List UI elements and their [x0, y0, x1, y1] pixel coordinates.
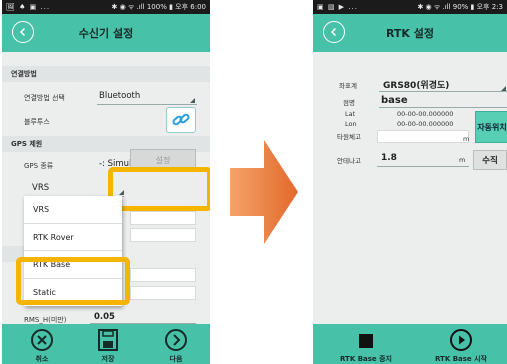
dropdown-item-vrs[interactable]: VRS [24, 196, 122, 224]
field-input[interactable] [130, 286, 196, 300]
cancel-button[interactable]: 취소 [12, 324, 72, 364]
next-circle-icon [165, 329, 187, 351]
stop-icon [359, 334, 373, 348]
receiver-settings-screen: 🖼 ♠ ▣ ... ✱ ◉ ᯤ .ıll 100% ▮ 오후 6:00 수신기 … [2, 0, 210, 364]
highlight-box-rtk-base [16, 257, 130, 305]
field-input[interactable] [130, 211, 196, 225]
highlight-box-settings [108, 167, 210, 211]
dropdown-item-rtk-rover[interactable]: RTK Rover [24, 224, 122, 251]
antenna-height-label: 안테나고 [337, 157, 361, 165]
page-title: RTK 설정 [385, 27, 435, 40]
save-floppy-icon [98, 329, 118, 351]
rtk-settings-screen: ▣ ▧ ▶ ... ✱ ◉ ᯤ .ıll 90% ▮ 오후 2:3 RTK 설정… [313, 0, 507, 364]
rms-value[interactable]: 0.05 [94, 312, 115, 322]
coord-underline [379, 91, 507, 92]
ellipsoid-unit: m [463, 135, 470, 143]
rtk-base-start-button[interactable]: RTK Base 시작 [423, 324, 499, 364]
mode-select[interactable]: VRS [32, 183, 49, 193]
lon-label: Lon [345, 120, 357, 128]
back-button[interactable] [12, 21, 34, 43]
lat-label: Lat [345, 110, 356, 118]
close-circle-icon [31, 329, 53, 351]
select-underline [97, 104, 197, 105]
coord-system-select[interactable]: GRS80(위경도) [383, 78, 449, 91]
play-circle-icon [450, 329, 472, 351]
section-header-connection: 연결방법 [2, 66, 210, 82]
cancel-label: 취소 [35, 355, 49, 363]
link-icon [172, 113, 190, 126]
bluetooth-link-button[interactable] [166, 107, 196, 133]
status-bar: 🖼 ♠ ▣ ... ✱ ◉ ᯤ .ıll 100% ▮ 오후 6:00 [2, 0, 210, 14]
field-input[interactable] [130, 228, 196, 242]
antenna-height-input[interactable]: 1.8 [381, 153, 397, 163]
lat-value: 00-00-00.000000 [397, 110, 454, 118]
back-button[interactable] [323, 21, 345, 43]
connection-method-label: 연결방법 선택 [24, 94, 65, 102]
dropdown-corner-icon [190, 98, 195, 103]
title-bar: RTK 설정 [313, 14, 507, 52]
next-label: 다음 [169, 355, 183, 363]
point-name-input[interactable]: base [381, 95, 408, 106]
ellipsoid-height-label: 타원체고 [337, 133, 361, 141]
coord-system-label: 좌표계 [339, 82, 357, 90]
status-icons-left: ▣ ▧ ▶ ... [317, 3, 358, 11]
chevron-left-icon [19, 27, 26, 37]
rtk-base-stop-label: RTK Base 중지 [339, 355, 392, 363]
ellipsoid-height-input[interactable] [377, 130, 469, 143]
save-button[interactable]: 저장 [78, 324, 138, 364]
rtk-base-start-label: RTK Base 시작 [434, 355, 487, 363]
bottom-action-bar: RTK Base 중지 RTK Base 시작 [313, 324, 507, 364]
status-icons-right: ✱ ◉ ᯤ .ıll 90% ▮ 오후 2:3 [417, 3, 503, 11]
vertical-mode-button[interactable]: 수직 [473, 150, 507, 170]
auto-position-button[interactable]: 자동위치 [475, 111, 507, 143]
field-input[interactable] [130, 268, 196, 282]
chevron-left-icon [330, 27, 337, 37]
status-bar: ▣ ▧ ▶ ... ✱ ◉ ᯤ .ıll 90% ▮ 오후 2:3 [313, 0, 507, 14]
status-icons-left: 🖼 ♠ ▣ ... [6, 3, 51, 11]
point-underline [379, 107, 507, 108]
transition-arrow [230, 140, 298, 244]
rtk-base-stop-button[interactable]: RTK Base 중지 [331, 324, 401, 364]
connection-method-select[interactable]: Bluetooth [99, 91, 140, 101]
next-button[interactable]: 다음 [146, 324, 206, 364]
coord-dropdown-corner-icon [501, 86, 506, 91]
bottom-action-bar: 취소 저장 다음 [2, 324, 210, 364]
save-label: 저장 [101, 355, 115, 363]
page-title: 수신기 설정 [78, 27, 134, 40]
bluetooth-label: 블루투스 [24, 118, 50, 126]
point-name-label: 점명 [343, 99, 355, 107]
antenna-unit: m [459, 156, 466, 164]
status-icons-right: ✱ ◉ ᯤ .ıll 100% ▮ 오후 6:00 [111, 3, 206, 11]
lon-value: 00-00-00.000000 [397, 120, 454, 128]
antenna-underline [377, 166, 469, 167]
title-bar: 수신기 설정 [2, 14, 210, 52]
gps-type-label: GPS 종류 [24, 162, 54, 170]
